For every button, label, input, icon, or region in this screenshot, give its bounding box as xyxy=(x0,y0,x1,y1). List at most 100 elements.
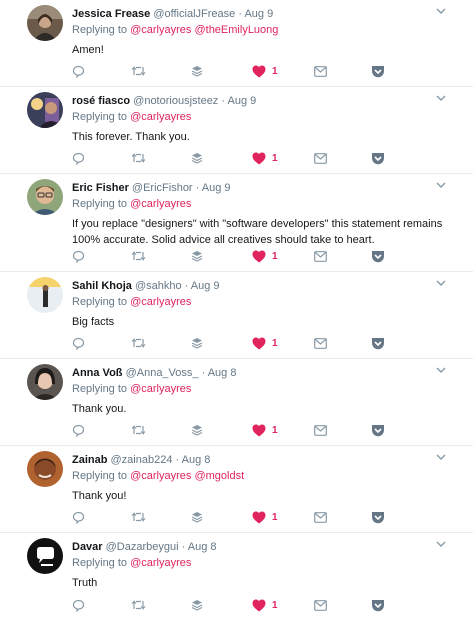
chevron-down-icon[interactable] xyxy=(435,92,447,104)
mention-link[interactable]: @carlyayres xyxy=(130,470,191,482)
display-name[interactable]: Eric Fisher xyxy=(72,182,129,194)
reply-button[interactable] xyxy=(72,64,85,78)
tweet-date[interactable]: Aug 8 xyxy=(182,454,211,466)
mention-link[interactable]: @mgoldst xyxy=(194,470,244,482)
user-handle[interactable]: @EricFishor xyxy=(132,182,193,194)
reply-icon xyxy=(72,152,85,165)
tweet[interactable]: Jessica Frease @officialJFrease · Aug 9 … xyxy=(0,0,473,87)
display-name[interactable]: Anna Voß xyxy=(72,367,123,379)
reply-button[interactable] xyxy=(72,598,85,612)
tweet-actions: 1 xyxy=(72,249,392,263)
message-button[interactable] xyxy=(314,598,327,612)
pocket-button[interactable] xyxy=(371,598,385,612)
retweet-button[interactable] xyxy=(131,151,146,165)
pocket-button[interactable] xyxy=(371,423,385,437)
stack-button[interactable] xyxy=(191,151,203,165)
pocket-button[interactable] xyxy=(371,336,385,350)
like-button[interactable]: 1 xyxy=(252,510,278,524)
chevron-down-icon[interactable] xyxy=(435,277,447,289)
avatar[interactable] xyxy=(27,179,63,215)
mention-link[interactable]: @carlyayres xyxy=(130,383,191,395)
like-button[interactable]: 1 xyxy=(252,249,278,263)
like-button[interactable]: 1 xyxy=(252,64,278,78)
user-handle[interactable]: @notoriousjsteez xyxy=(133,95,218,107)
stack-button[interactable] xyxy=(191,598,203,612)
avatar[interactable] xyxy=(27,364,63,400)
message-button[interactable] xyxy=(314,510,327,524)
tweet[interactable]: Anna Voß @Anna_Voss_ · Aug 8 Replying to… xyxy=(0,359,473,446)
user-handle[interactable]: @Anna_Voss_ xyxy=(126,367,199,379)
user-handle[interactable]: @officialJFrease xyxy=(153,8,235,20)
retweet-button[interactable] xyxy=(131,336,146,350)
mention-link[interactable]: @carlyayres xyxy=(130,296,191,308)
message-button[interactable] xyxy=(314,336,327,350)
stack-button[interactable] xyxy=(191,510,203,524)
mention-link[interactable]: @theEmilyLuong xyxy=(194,24,278,36)
reply-button[interactable] xyxy=(72,249,85,263)
mention-link[interactable]: @carlyayres xyxy=(130,557,191,569)
retweet-button[interactable] xyxy=(131,423,146,437)
tweet[interactable]: rosé fiasco @notoriousjsteez · Aug 9 Rep… xyxy=(0,87,473,174)
tweet-date[interactable]: Aug 9 xyxy=(244,8,273,20)
retweet-button[interactable] xyxy=(131,249,146,263)
reply-button[interactable] xyxy=(72,510,85,524)
user-handle[interactable]: @zainab224 xyxy=(111,454,173,466)
tweet-date[interactable]: Aug 9 xyxy=(228,95,257,107)
message-button[interactable] xyxy=(314,249,327,263)
message-button[interactable] xyxy=(314,423,327,437)
message-button[interactable] xyxy=(314,151,327,165)
stack-icon xyxy=(191,251,203,262)
user-handle[interactable]: @sahkho xyxy=(135,280,182,292)
message-button[interactable] xyxy=(314,64,327,78)
avatar[interactable] xyxy=(27,92,63,128)
display-name[interactable]: Jessica Frease xyxy=(72,8,150,20)
chevron-down-icon[interactable] xyxy=(435,179,447,191)
tweet-date[interactable]: Aug 8 xyxy=(208,367,237,379)
user-handle[interactable]: @Dazarbeygui xyxy=(106,541,179,553)
tweet[interactable]: Eric Fisher @EricFishor · Aug 9 Replying… xyxy=(0,174,473,272)
pocket-button[interactable] xyxy=(371,249,385,263)
reply-button[interactable] xyxy=(72,151,85,165)
avatar[interactable] xyxy=(27,451,63,487)
avatar[interactable] xyxy=(27,5,63,41)
like-button[interactable]: 1 xyxy=(252,423,278,437)
tweet-actions: 1 xyxy=(72,510,392,524)
pocket-button[interactable] xyxy=(371,510,385,524)
tweet-date[interactable]: Aug 9 xyxy=(202,182,231,194)
tweet-actions: 1 xyxy=(72,64,392,78)
chevron-down-icon[interactable] xyxy=(435,538,447,550)
stack-button[interactable] xyxy=(191,64,203,78)
retweet-button[interactable] xyxy=(131,598,146,612)
tweet-date[interactable]: Aug 8 xyxy=(188,541,217,553)
chevron-down-icon[interactable] xyxy=(435,364,447,376)
avatar[interactable] xyxy=(27,538,63,574)
tweet[interactable]: Sahil Khoja @sahkho · Aug 9 Replying to … xyxy=(0,272,473,359)
chevron-down-icon[interactable] xyxy=(435,451,447,463)
like-button[interactable]: 1 xyxy=(252,598,278,612)
tweet[interactable]: Zainab @zainab224 · Aug 8 Replying to @c… xyxy=(0,446,473,533)
pocket-button[interactable] xyxy=(371,151,385,165)
mention-link[interactable]: @carlyayres xyxy=(130,24,191,36)
tweet[interactable]: Davar @Dazarbeygui · Aug 8 Replying to @… xyxy=(0,533,473,620)
like-button[interactable]: 1 xyxy=(252,151,278,165)
retweet-button[interactable] xyxy=(131,64,146,78)
avatar[interactable] xyxy=(27,277,63,313)
pocket-button[interactable] xyxy=(371,64,385,78)
tweet-date[interactable]: Aug 9 xyxy=(191,280,220,292)
display-name[interactable]: Sahil Khoja xyxy=(72,280,132,292)
mention-link[interactable]: @carlyayres xyxy=(130,111,191,123)
display-name[interactable]: Davar xyxy=(72,541,103,553)
like-count: 1 xyxy=(272,337,278,349)
reply-button[interactable] xyxy=(72,336,85,350)
stack-button[interactable] xyxy=(191,336,203,350)
retweet-button[interactable] xyxy=(131,510,146,524)
reply-button[interactable] xyxy=(72,423,85,437)
display-name[interactable]: Zainab xyxy=(72,454,107,466)
stack-button[interactable] xyxy=(191,423,203,437)
mention-link[interactable]: @carlyayres xyxy=(130,198,191,210)
like-button[interactable]: 1 xyxy=(252,336,278,350)
replying-to: Replying to @carlyayres xyxy=(72,555,463,571)
display-name[interactable]: rosé fiasco xyxy=(72,95,130,107)
chevron-down-icon[interactable] xyxy=(435,5,447,17)
stack-button[interactable] xyxy=(191,249,203,263)
